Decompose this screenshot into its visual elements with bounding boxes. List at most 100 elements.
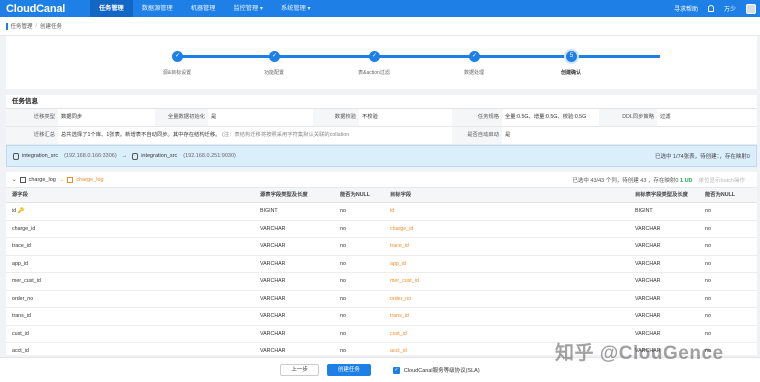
step-4-check-icon: ✓	[469, 51, 480, 62]
help-link[interactable]: 寻求帮助	[674, 4, 698, 13]
agree-checkbox[interactable]: ✓	[392, 366, 400, 374]
cell-source-nullable: no	[340, 243, 346, 249]
nav-system-label: 系统管理	[281, 5, 306, 12]
header-source-type: 源表字段类型及长度	[260, 192, 308, 198]
cell-target-field[interactable]: trace_id	[384, 238, 629, 255]
arrow-right-icon: →	[58, 176, 65, 183]
breadcrumb-marker	[6, 22, 8, 30]
cell-target-type: VARCHAR	[635, 295, 661, 302]
table-icon	[19, 176, 26, 183]
step-progress: ✓ ✓ ✓ ✓ 5 源&目标设置 功能配置 表&action过滤 数据处理 创建…	[6, 36, 757, 89]
label-summary: 迁移汇总	[6, 127, 58, 144]
connection-status: 已选中 1/74张表，待创建：，存在映射0	[654, 154, 750, 160]
cell-target-field[interactable]: app_id	[384, 256, 629, 273]
value-task-spec: 全量:0.5G、增量:0.5G、校验:0.5G	[505, 114, 587, 120]
cell-source-nullable: no	[340, 278, 346, 284]
cell-target-field[interactable]: charge_id	[384, 221, 629, 238]
step-5-label: 创建确认	[560, 70, 581, 76]
value-data-verify: 不校验	[362, 114, 378, 120]
cell-source-type: VARCHAR	[260, 278, 286, 284]
value-migration-type: 数据同步	[61, 114, 83, 120]
value-summary: 总共选择了1个库、1张表。新增表不自动同步。其中存在结构迁移。 (注：表结构迁移…	[58, 127, 452, 144]
app-logo: CloudCanal	[6, 2, 66, 15]
nav-monitor-label: 监控管理	[233, 5, 259, 12]
column-rows: id 🔑 BIGINT no id BIGINT no charge_id VARCHAR no…	[6, 203, 757, 355]
table-row: id 🔑 BIGINT no id BIGINT no	[6, 203, 757, 221]
label-migration-type: 迁移类型	[6, 109, 58, 126]
table-row: trans_id VARCHAR no trans_id VARCHAR no	[6, 308, 757, 326]
cell-source-field: app_id	[12, 260, 28, 267]
watermark: 知乎 @ClouGence	[555, 343, 724, 364]
label-auto-start: 是否自动启动	[452, 127, 502, 144]
bell-icon[interactable]	[707, 5, 714, 12]
nav-system[interactable]: 系统管理 ▾	[272, 0, 320, 17]
breadcrumb: 任务管理 / 创建任务	[0, 17, 760, 36]
cell-source-type: VARCHAR	[260, 225, 286, 232]
step-5-number: 5	[566, 51, 577, 62]
top-right-area: 寻求帮助 万少	[674, 0, 756, 17]
cell-target-type: VARCHAR	[635, 260, 661, 267]
top-nav-bar: CloudCanal 任务管理 数据源管理 机器管理 监控管理 ▾ 系统管理 ▾…	[0, 0, 760, 17]
cell-target-field[interactable]: mer_cust_id	[384, 273, 629, 290]
sla-agreement-label[interactable]: CloudCanal服务等级协议(SLA)	[404, 366, 480, 374]
column-headers: 源字段 源表字段类型及长度 能否为NULL 目标字段 目标表字段类型及长度 能否…	[6, 188, 757, 203]
table-row: trace_id VARCHAR no trace_id VARCHAR no	[6, 238, 757, 256]
cell-target-field[interactable]: id	[384, 203, 629, 220]
breadcrumb-task-management[interactable]: 任务管理	[11, 22, 33, 30]
table-row: charge_id VARCHAR no charge_id VARCHAR no	[6, 221, 757, 238]
table-row: order_no VARCHAR no order_no VARCHAR no	[6, 291, 757, 308]
cell-target-nullable: no	[705, 295, 711, 302]
breadcrumb-separator: /	[35, 23, 38, 29]
nav-monitor[interactable]: 监控管理 ▾	[224, 0, 272, 17]
cell-target-nullable: no	[705, 225, 711, 232]
table-icon	[67, 176, 74, 183]
user-name[interactable]: 万少	[724, 4, 736, 13]
avatar[interactable]	[746, 3, 756, 14]
database-icon	[132, 152, 139, 160]
stats-ok: 1 UD	[680, 177, 693, 184]
create-task-button[interactable]: 创建任务	[326, 364, 371, 376]
nav-datasource[interactable]: 数据源管理	[133, 0, 182, 17]
nav-machines[interactable]: 机器管理	[182, 0, 225, 17]
value-auto-start: 是	[505, 132, 511, 138]
cell-source-type: VARCHAR	[260, 295, 286, 302]
header-source-nullable: 能否为NULL	[340, 192, 371, 198]
value-ddl-policy: 过滤	[660, 114, 671, 120]
cell-target-nullable: no	[705, 278, 711, 284]
header-target-field: 目标字段	[390, 192, 412, 198]
cell-source-field: mer_cust_id	[12, 278, 41, 284]
chevron-down-icon[interactable]: ⌄	[12, 177, 17, 183]
cell-source-field: trans_id	[12, 313, 31, 319]
label-ddl-policy: DDL同步策略	[599, 109, 657, 126]
cell-source-type: BIGINT	[260, 208, 278, 214]
table-row: mer_cust_id VARCHAR no mer_cust_id VARCHAR no	[6, 273, 757, 291]
breadcrumb-create-task: 创建任务	[40, 24, 63, 30]
value-full-init: 是	[211, 114, 217, 120]
cell-source-field: acct_id	[12, 348, 29, 354]
step-3-check-icon: ✓	[369, 51, 380, 62]
nav-task-management[interactable]: 任务管理	[90, 0, 133, 17]
cell-source-type: VARCHAR	[260, 348, 286, 354]
cell-target-nullable: no	[705, 243, 711, 249]
target-instance: integration_src	[141, 153, 178, 159]
step-2-label: 功能配置	[263, 70, 284, 76]
main-nav: 任务管理 数据源管理 机器管理 监控管理 ▾ 系统管理 ▾	[90, 0, 320, 17]
cell-source-field: order_no	[12, 295, 34, 302]
step-4-label: 数据处理	[463, 70, 484, 76]
cell-source-nullable: no	[340, 225, 346, 232]
task-info-table: 迁移类型 数据同步 全量数据初始化 是 数据校验 不校验 任务规格 全量:0.5…	[6, 108, 757, 145]
cell-target-nullable: no	[705, 260, 711, 267]
cell-source-type: VARCHAR	[260, 330, 286, 337]
cell-source-field: trace_id	[12, 243, 31, 249]
cell-source-nullable: no	[340, 260, 346, 267]
cell-target-nullable: no	[705, 208, 711, 214]
cell-target-field[interactable]: order_no	[384, 291, 629, 308]
summary-text: 总共选择了1个库、1张表。新增表不自动同步。其中存在结构迁移。	[61, 132, 221, 138]
table-row: app_id VARCHAR no app_id VARCHAR no	[6, 256, 757, 273]
cell-source-type: VARCHAR	[260, 260, 286, 267]
source-table-name: charge_log	[28, 176, 56, 183]
header-target-nullable: 能否为NULL	[705, 192, 736, 198]
cell-target-field[interactable]: trans_id	[384, 308, 629, 325]
batch-action-link[interactable]: 单位显示batch操作	[699, 178, 745, 184]
prev-step-button[interactable]: 上一步	[280, 364, 319, 376]
